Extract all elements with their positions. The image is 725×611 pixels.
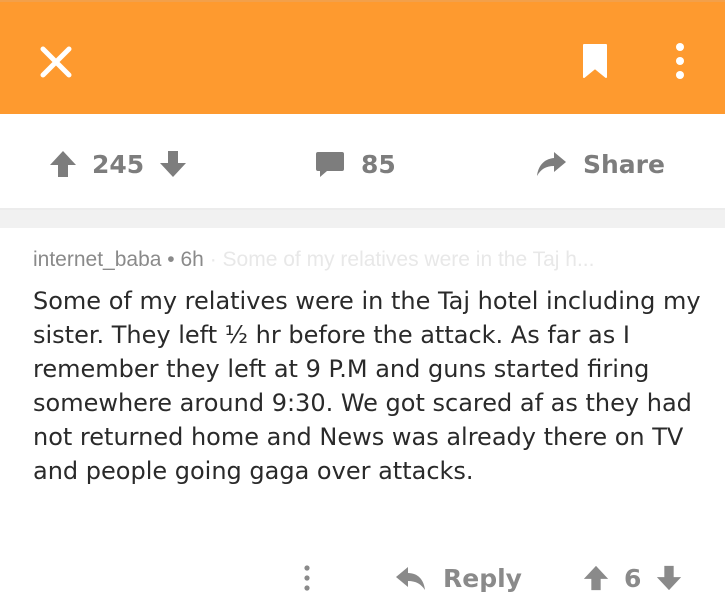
- bookmark-icon: [583, 44, 607, 78]
- meta-separator: •: [167, 248, 175, 271]
- share-button[interactable]: Share: [535, 144, 665, 184]
- close-icon: [40, 46, 72, 78]
- upvote-arrow-icon[interactable]: [48, 149, 78, 179]
- comment-score: 6: [624, 563, 642, 593]
- comment-item: internet_baba • 6h · Some of my relative…: [0, 228, 725, 611]
- more-vertical-icon: [304, 565, 310, 591]
- close-button[interactable]: [32, 38, 80, 86]
- comment-bubble-icon: [316, 152, 344, 177]
- downvote-arrow-icon[interactable]: [655, 564, 683, 592]
- downvote-arrow-icon[interactable]: [158, 149, 188, 179]
- post-vote-group: 245: [48, 144, 188, 184]
- reply-arrow-icon: [396, 567, 425, 590]
- comment-author[interactable]: internet_baba: [33, 248, 161, 271]
- section-divider: [0, 210, 725, 228]
- reply-label: Reply: [443, 563, 522, 593]
- comment-action-bar: Reply 6: [0, 558, 725, 598]
- comments-count-button[interactable]: 85: [315, 144, 396, 184]
- top-bar: [0, 0, 725, 114]
- comment-thread-screen: 245 85 Share internet_baba • 6h · Some o…: [0, 0, 725, 611]
- upvote-arrow-icon[interactable]: [582, 564, 610, 592]
- comment-count: 85: [361, 149, 396, 179]
- comment-body: Some of my relatives were in the Taj hot…: [33, 287, 701, 485]
- comment-age: 6h: [180, 248, 204, 271]
- comment-vote-group: 6: [582, 558, 683, 598]
- more-options-button[interactable]: [655, 36, 705, 86]
- share-arrow-icon: [537, 152, 566, 176]
- comment-more-button[interactable]: [303, 558, 311, 598]
- post-action-bar: 245 85 Share: [0, 114, 725, 210]
- post-score: 245: [92, 149, 145, 179]
- collapsed-preview: · Some of my relatives were in the Taj h…: [209, 248, 595, 271]
- bookmark-button[interactable]: [570, 36, 620, 86]
- comment-meta: internet_baba • 6h · Some of my relative…: [33, 248, 713, 272]
- more-vertical-icon: [676, 43, 684, 79]
- share-label: Share: [583, 149, 665, 179]
- reply-button[interactable]: Reply: [395, 558, 522, 598]
